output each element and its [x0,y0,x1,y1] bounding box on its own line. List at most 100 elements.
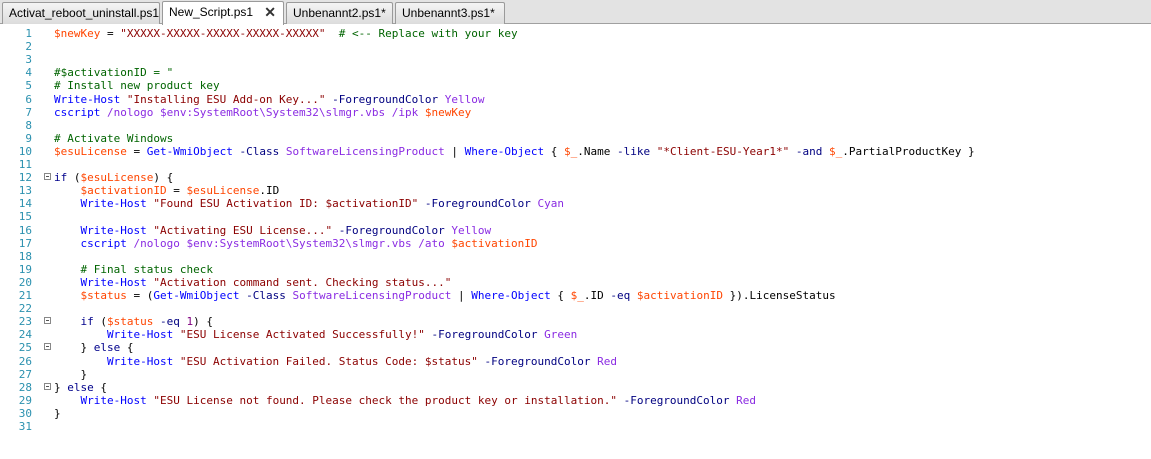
tab-unbenannt2[interactable]: Unbenannt2.ps1* [286,2,393,24]
tab-new-script[interactable]: New_Script.ps1 ✕ [162,1,284,25]
code-line: 3 [0,53,1151,66]
token-plain: ) { [193,315,213,329]
token-arg: /nologo [106,105,154,119]
token-plain: } [54,367,88,381]
code-line: 16 Write-Host "Activating ESU License...… [0,224,1151,237]
token-var: $status [107,315,154,329]
code-editor[interactable]: 1 $newKey = "XXXXX-XXXXX-XXXXX-XXXXX-XXXX… [0,25,1151,459]
token-kw: else [67,380,94,394]
token-plain: = [100,27,121,40]
token-str: "Installing ESU Add-on Key..." [126,92,326,106]
line-number: 22 [18,302,32,316]
token-arg: Green [544,328,578,342]
token-arg: $env:SystemRoot\System32\slmgr.vbs [159,105,386,119]
token-var: $activationID [451,236,538,250]
code-line: 24 Write-Host "ESU License Activated Suc… [0,328,1151,341]
token-plain: }).LicenseStatus [722,289,836,302]
line-number: 15 [18,210,32,224]
token-cmd: Write-Host [80,393,147,407]
token-arg: SoftwareLicensingProduct [292,289,452,302]
code-line: 23 if ($status -eq 1) { [0,315,1151,328]
token-com: # Install new product key [54,79,220,93]
line-number: 10 [18,144,32,158]
code-text: } else { [54,381,107,394]
fold-toggle-icon[interactable] [44,343,51,351]
code-text: Write-Host "ESU License not found. Pleas… [54,393,757,407]
tab-unbenannt3[interactable]: Unbenannt3.ps1* [395,2,505,24]
token-cmd: Get-WmiObject [146,144,233,158]
close-icon[interactable]: ✕ [264,2,276,22]
tab-activat-reboot-uninstall[interactable]: Activat_reboot_uninstall.ps1 [2,2,160,24]
line-number: 14 [18,197,32,211]
token-plain: = [126,144,147,158]
code-text: } [54,407,61,420]
token-kw: else [93,341,121,355]
code-line: 29 Write-Host "ESU License not found. Pl… [0,394,1151,407]
line-number: 18 [18,249,32,263]
token-var: $_ [564,144,578,158]
code-text: Write-Host "Installing ESU Add-on Key...… [54,93,485,106]
line-number: 1 [25,27,32,40]
token-var: $_ [570,289,584,302]
code-line: 18 [0,250,1151,263]
token-str: "ESU License Activated Successfully!" [179,328,425,342]
token-param: -eq [159,315,180,329]
code-line: 8 [0,119,1151,132]
token-param: -ForegroundColor [484,354,591,368]
code-text: cscript /nologo $env:SystemRoot\System32… [54,236,538,250]
token-plain: = ( [126,289,154,302]
code-line: 28} else { [0,381,1151,394]
token-plain: { [93,380,107,394]
token-var: $esuLicense [54,144,127,158]
code-text: if ($status -eq 1) { [54,315,213,328]
code-text: $status = (Get-WmiObject -Class Software… [54,289,836,302]
token-cmd: Where-Object [464,144,545,158]
fold-toggle-icon[interactable] [44,317,51,325]
token-plain: .ID [583,289,611,302]
code-line: 12 if ($esuLicense) { [0,171,1151,184]
code-line: 11 [0,158,1151,171]
line-number: 8 [25,118,32,132]
code-line: 2 [0,40,1151,53]
code-line: 21 $status = (Get-WmiObject -Class Softw… [0,289,1151,302]
fold-toggle-icon[interactable] [44,173,51,181]
token-var: $_ [828,144,843,158]
token-plain: } [54,380,68,394]
line-number: 19 [18,262,32,276]
line-number: 28 [18,380,32,394]
token-str: "Activation command sent. Checking statu… [153,275,452,289]
code-line: 6 Write-Host "Installing ESU Add-on Key..… [0,93,1151,106]
code-line: 4 #$activationID = " [0,66,1151,79]
code-text: $newKey = "XXXXX-XXXXX-XXXXX-XXXXX-XXXXX… [54,27,518,40]
code-text: } [54,368,87,381]
fold-toggle-icon[interactable] [44,382,51,390]
token-param: -ForegroundColor [332,92,439,106]
code-line: 27 } [0,368,1151,381]
code-line: 14 Write-Host "Found ESU Activation ID: … [0,197,1151,210]
token-var: $activationID [80,184,167,198]
token-plain: | [444,144,465,158]
token-plain: ( [93,315,107,329]
line-number: 23 [18,315,32,329]
line-number: 20 [18,275,32,289]
code-text: Write-Host "Activation command sent. Che… [54,275,452,289]
token-plain: .Name [577,144,618,158]
token-arg: Red [736,393,757,407]
token-var: $activationID [636,289,723,302]
